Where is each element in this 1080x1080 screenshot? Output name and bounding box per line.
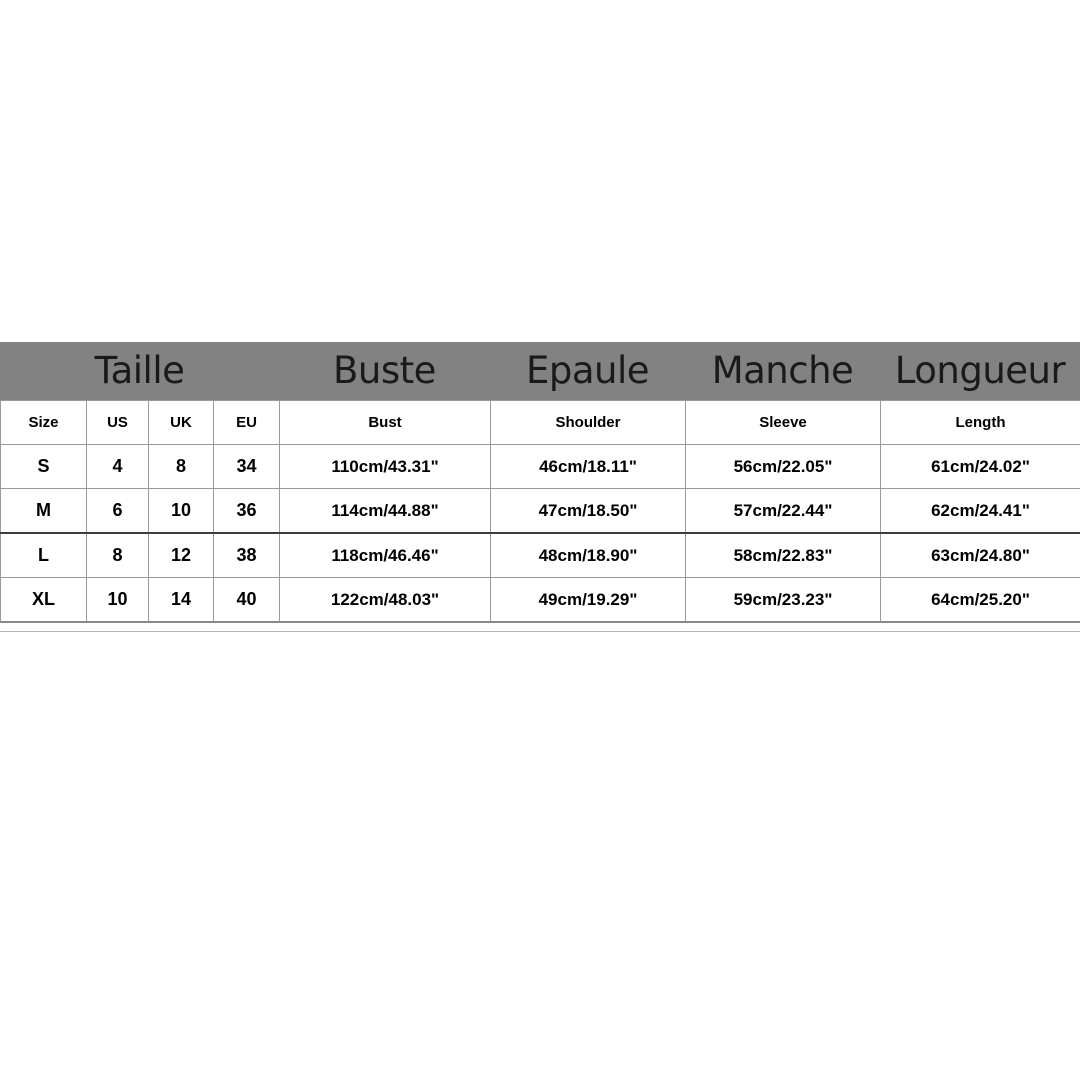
- group-header-taille: Taille: [94, 349, 185, 392]
- cell-shoulder: 49cm/19.29": [490, 577, 686, 623]
- cell-length: 61cm/24.02": [880, 444, 1080, 489]
- table-row: M 6 10 36 114cm/44.88" 47cm/18.50" 57cm/…: [0, 488, 1080, 534]
- column-header-eu: EU: [213, 400, 280, 445]
- group-header-manche: Manche: [711, 349, 854, 392]
- cell-shoulder: 46cm/18.11": [490, 444, 686, 489]
- cell-bust: 114cm/44.88": [279, 488, 491, 534]
- cell-uk: 12: [148, 532, 214, 578]
- cell-sleeve: 58cm/22.83": [685, 532, 881, 578]
- table-header-row: Size US UK EU Bust Shoulder Sleeve Lengt…: [0, 400, 1080, 445]
- cell-eu: 36: [213, 488, 280, 534]
- cell-us: 8: [86, 532, 149, 578]
- column-header-us: US: [86, 400, 149, 445]
- group-header-buste: Buste: [333, 349, 436, 392]
- under-table-rule: [0, 631, 1080, 632]
- column-header-uk: UK: [148, 400, 214, 445]
- column-header-shoulder: Shoulder: [490, 400, 686, 445]
- cell-bust: 122cm/48.03": [279, 577, 491, 623]
- cell-sleeve: 59cm/23.23": [685, 577, 881, 623]
- table-body: S 4 8 34 110cm/43.31" 46cm/18.11" 56cm/2…: [0, 444, 1080, 623]
- group-header-epaule: Epaule: [525, 349, 650, 392]
- cell-size: S: [0, 444, 87, 489]
- column-header-sleeve: Sleeve: [685, 400, 881, 445]
- cell-uk: 8: [148, 444, 214, 489]
- cell-length: 63cm/24.80": [880, 532, 1080, 578]
- table-head: Size US UK EU Bust Shoulder Sleeve Lengt…: [0, 400, 1080, 445]
- french-header-banner-inner: Taille Buste Epaule Manche Longueur: [0, 342, 1080, 400]
- cell-sleeve: 57cm/22.44": [685, 488, 881, 534]
- cell-size: M: [0, 488, 87, 534]
- cell-size: XL: [0, 577, 87, 623]
- cell-bust: 110cm/43.31": [279, 444, 491, 489]
- table-row: L 8 12 38 118cm/46.46" 48cm/18.90" 58cm/…: [0, 532, 1080, 578]
- cell-shoulder: 48cm/18.90": [490, 532, 686, 578]
- column-header-length: Length: [880, 400, 1080, 445]
- table-row: XL 10 14 40 122cm/48.03" 49cm/19.29" 59c…: [0, 577, 1080, 623]
- cell-eu: 38: [213, 532, 280, 578]
- cell-uk: 10: [148, 488, 214, 534]
- cell-eu: 40: [213, 577, 280, 623]
- size-chart-table: Size US UK EU Bust Shoulder Sleeve Lengt…: [0, 400, 1080, 623]
- cell-us: 10: [86, 577, 149, 623]
- cell-eu: 34: [213, 444, 280, 489]
- column-header-bust: Bust: [279, 400, 491, 445]
- group-header-longueur: Longueur: [894, 349, 1066, 392]
- cell-us: 6: [86, 488, 149, 534]
- cell-length: 62cm/24.41": [880, 488, 1080, 534]
- cell-length: 64cm/25.20": [880, 577, 1080, 623]
- column-header-size: Size: [0, 400, 87, 445]
- cell-us: 4: [86, 444, 149, 489]
- cell-size: L: [0, 532, 87, 578]
- cell-bust: 118cm/46.46": [279, 532, 491, 578]
- cell-sleeve: 56cm/22.05": [685, 444, 881, 489]
- french-header-banner: Taille Buste Epaule Manche Longueur: [0, 342, 1080, 400]
- cell-uk: 14: [148, 577, 214, 623]
- table-row: S 4 8 34 110cm/43.31" 46cm/18.11" 56cm/2…: [0, 444, 1080, 489]
- size-chart-page: Taille Buste Epaule Manche Longueur Size…: [0, 0, 1080, 1080]
- cell-shoulder: 47cm/18.50": [490, 488, 686, 534]
